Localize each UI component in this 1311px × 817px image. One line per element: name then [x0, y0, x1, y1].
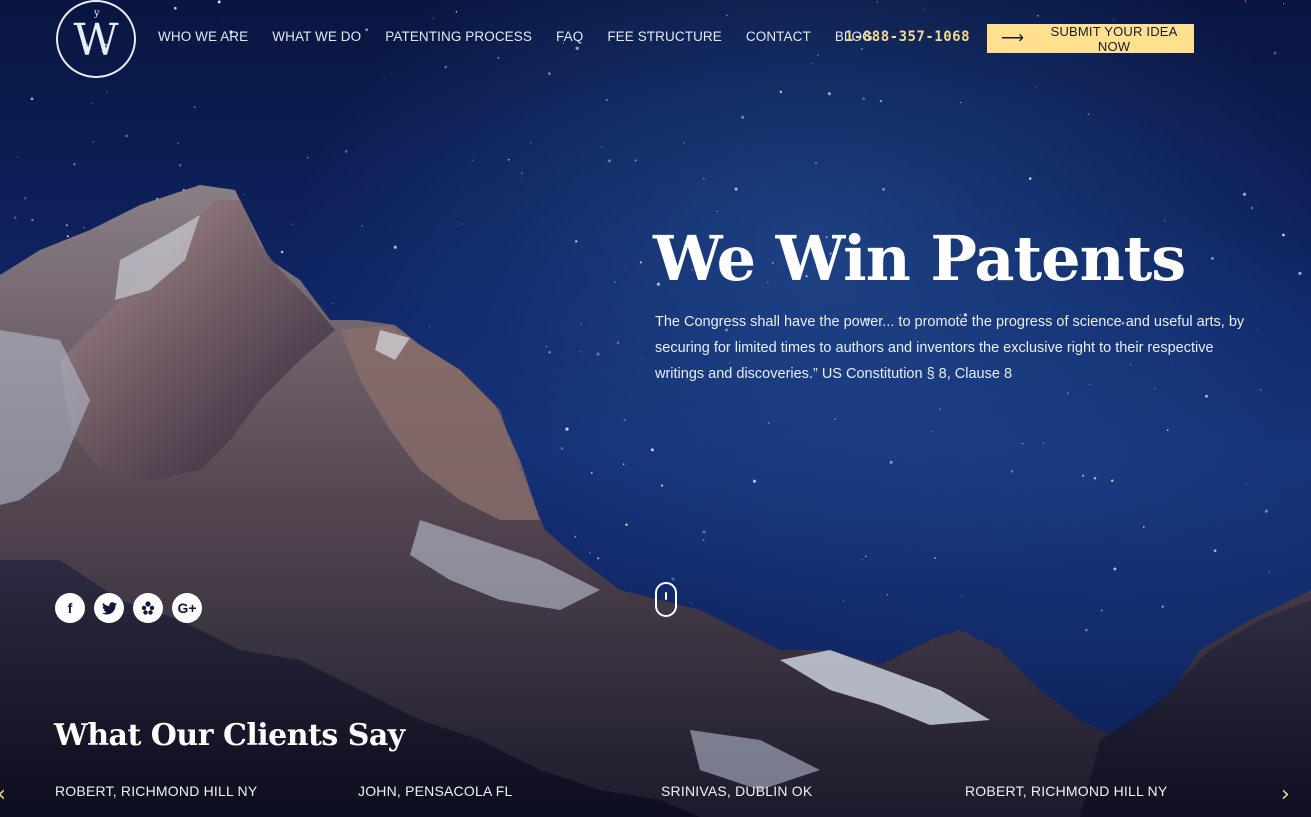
logo-letter: W	[73, 15, 119, 66]
testimonial-name[interactable]: JOHN, PENSACOLA FL	[358, 783, 513, 799]
nav-patenting-process[interactable]: PATENTING PROCESS	[385, 29, 532, 47]
social-links: f G+	[55, 593, 202, 623]
testimonial-name[interactable]: ROBERT, RICHMOND HILL NY	[965, 783, 1167, 799]
testimonials-title: What Our Clients Say	[54, 718, 405, 753]
hero-headline: We Win Patents	[653, 222, 1186, 295]
testimonial-name[interactable]: SRINIVAS, DUBLIN OK	[661, 783, 812, 799]
nav-fee-structure[interactable]: FEE STRUCTURE	[607, 29, 722, 47]
phone-link[interactable]: 1-888-357-1068	[845, 29, 970, 45]
google-plus-icon[interactable]: G+	[172, 593, 202, 623]
facebook-icon[interactable]: f	[55, 593, 85, 623]
submit-idea-button[interactable]: ⟶ SUBMIT YOUR IDEA NOW	[987, 23, 1194, 54]
nav-what-we-do[interactable]: WHAT WE DO	[272, 29, 361, 47]
mountain-illustration	[0, 185, 1311, 817]
testimonials-carousel: ROBERT, RICHMOND HILL NY JOHN, PENSACOLA…	[0, 783, 1311, 803]
logo-mark-i: i	[86, 42, 90, 55]
submit-idea-label: SUBMIT YOUR IDEA NOW	[1050, 23, 1178, 54]
nav-faq[interactable]: FAQ	[556, 29, 583, 47]
scroll-wheel	[665, 592, 667, 600]
yelp-icon[interactable]	[133, 593, 163, 623]
twitter-icon[interactable]	[94, 593, 124, 623]
site-logo[interactable]: y W i P	[56, 0, 136, 78]
logo-mark-p: P	[101, 42, 109, 55]
main-navigation: WHO WE ARE WHAT WE DO PATENTING PROCESS …	[158, 29, 897, 47]
arrow-right-icon: ⟶	[1001, 29, 1025, 47]
nav-contact[interactable]: CONTACT	[746, 29, 811, 47]
hero-quote: The Congress shall have the power... to …	[655, 314, 1245, 382]
testimonial-name[interactable]: ROBERT, RICHMOND HILL NY	[55, 783, 257, 799]
scroll-down-icon[interactable]	[655, 582, 677, 617]
hero-background	[0, 0, 1311, 817]
nav-who-we-are[interactable]: WHO WE ARE	[158, 29, 248, 47]
